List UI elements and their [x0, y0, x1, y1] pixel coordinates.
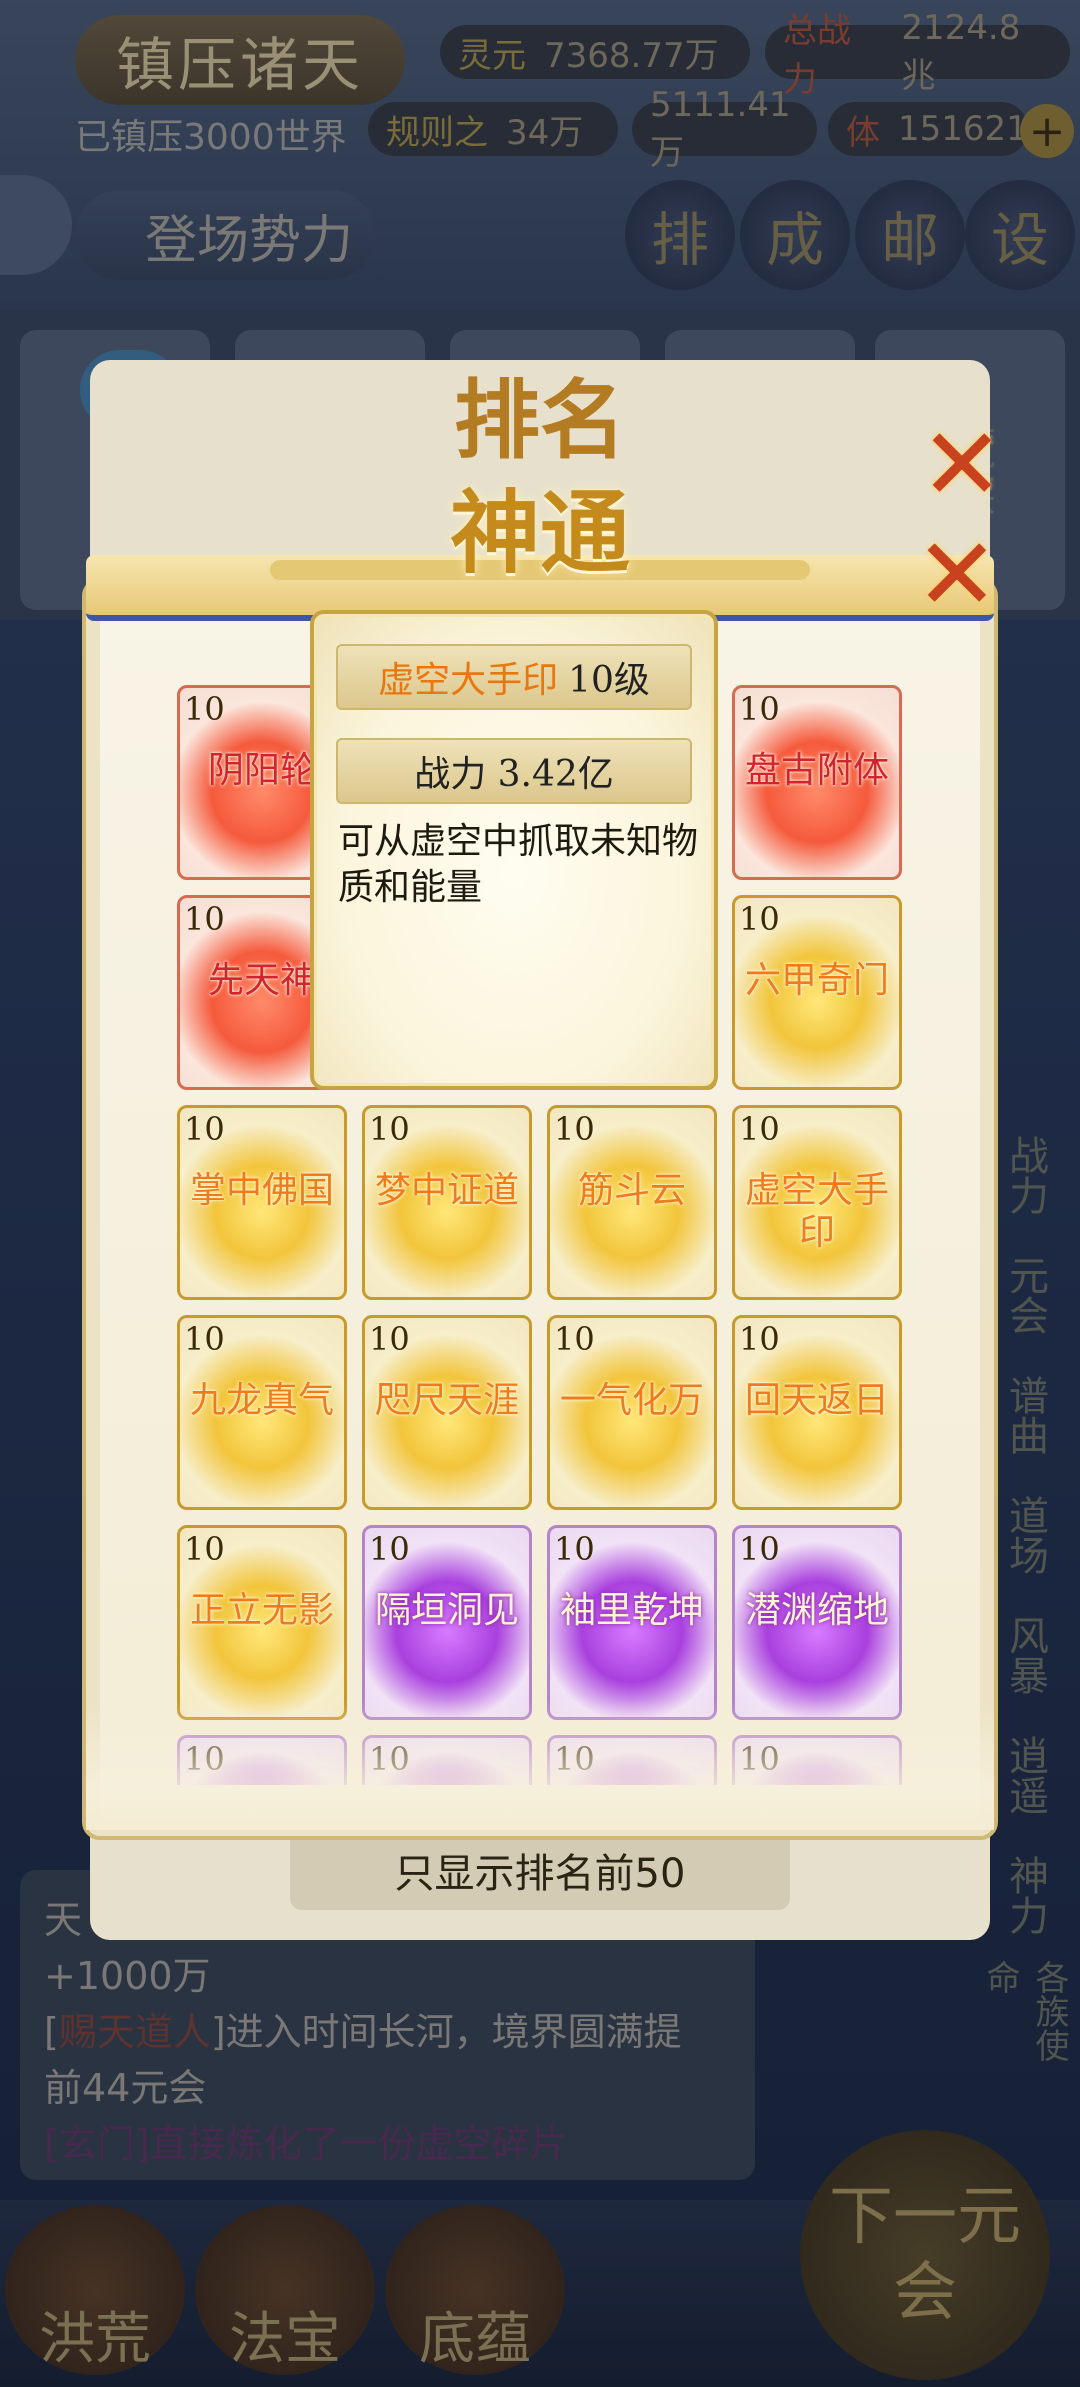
- skill-card-name: 一气化万: [559, 1380, 704, 1421]
- tooltip-skill-name: 虚空大手印: [378, 660, 559, 701]
- tooltip-title-bar: 虚空大手印 10级: [336, 644, 692, 710]
- skill-card[interactable]: 10 袖里乾坤: [547, 1525, 717, 1720]
- skill-card-name: 虚空大手印: [744, 1170, 889, 1253]
- skill-card[interactable]: 10 掌中佛国: [177, 1105, 347, 1300]
- skill-card-name: 正立无影: [189, 1590, 334, 1631]
- skill-card[interactable]: 10 六甲奇门: [732, 895, 902, 1090]
- skill-card-level: 10: [554, 1320, 595, 1358]
- skill-card-level: 10: [184, 690, 225, 728]
- skill-card-name: 掌中佛国: [189, 1170, 334, 1211]
- ranking-close-icon[interactable]: ✕: [920, 415, 1004, 515]
- skill-card-name: 九龙真气: [189, 1380, 334, 1421]
- skill-card-name: 筋斗云: [577, 1170, 686, 1211]
- skill-card-level: 10: [184, 1320, 225, 1358]
- tooltip-power: 战力 3.42亿: [336, 738, 692, 804]
- skill-card[interactable]: 10 一气化万: [547, 1315, 717, 1510]
- skill-card[interactable]: 10 回天返日: [732, 1315, 902, 1510]
- skill-card-name: 隔垣洞见: [374, 1590, 519, 1631]
- skill-card-name: 回天返日: [744, 1380, 889, 1421]
- skill-card-name: 袖里乾坤: [559, 1590, 704, 1631]
- skill-card-level: 10: [184, 1530, 225, 1568]
- skill-card[interactable]: 10 隔垣洞见: [362, 1525, 532, 1720]
- skill-card-level: 10: [739, 1110, 780, 1148]
- ranking-footer-note: 只显示排名前50: [290, 1830, 790, 1910]
- skill-card-level: 10: [369, 1530, 410, 1568]
- skill-card-level: 10: [554, 1110, 595, 1148]
- skill-card[interactable]: 10 潜渊缩地: [732, 1525, 902, 1720]
- skill-card-level: 10: [739, 1320, 780, 1358]
- skill-card-name: 盘古附体: [744, 750, 889, 791]
- skill-card[interactable]: 10 盘古附体: [732, 685, 902, 880]
- skill-card[interactable]: 10 筋斗云: [547, 1105, 717, 1300]
- skill-card-name: 咫尺天涯: [374, 1380, 519, 1421]
- skill-card-level: 10: [739, 690, 780, 728]
- skill-card-level: 10: [739, 1530, 780, 1568]
- skill-card-name: 潜渊缩地: [744, 1590, 889, 1631]
- skill-card-level: 10: [184, 1110, 225, 1148]
- skill-card-level: 10: [184, 900, 225, 938]
- skill-card[interactable]: 10 梦中证道: [362, 1105, 532, 1300]
- skill-card-level: 10: [369, 1320, 410, 1358]
- shentong-dialog-title: 神通: [450, 480, 630, 586]
- skill-card-level: 10: [554, 1530, 595, 1568]
- skill-tooltip: 虚空大手印 10级 战力 3.42亿 可从虚空中抓取未知物质和能量: [310, 610, 718, 1090]
- skill-card-name: 六甲奇门: [744, 960, 889, 1001]
- ranking-title: 排名: [454, 370, 626, 471]
- grid-fade: [86, 1700, 994, 1830]
- skill-card-name: 梦中证道: [374, 1170, 519, 1211]
- tooltip-skill-level: 10级: [568, 660, 650, 701]
- skill-card[interactable]: 10 虚空大手印: [732, 1105, 902, 1300]
- skill-card-level: 10: [369, 1110, 410, 1148]
- skill-card[interactable]: 10 九龙真气: [177, 1315, 347, 1510]
- skill-card[interactable]: 10 咫尺天涯: [362, 1315, 532, 1510]
- tooltip-description: 可从虚空中抓取未知物质和能量: [338, 821, 699, 908]
- skill-card[interactable]: 10 正立无影: [177, 1525, 347, 1720]
- shentong-close-icon[interactable]: ✕: [915, 525, 999, 625]
- skill-card-level: 10: [739, 900, 780, 938]
